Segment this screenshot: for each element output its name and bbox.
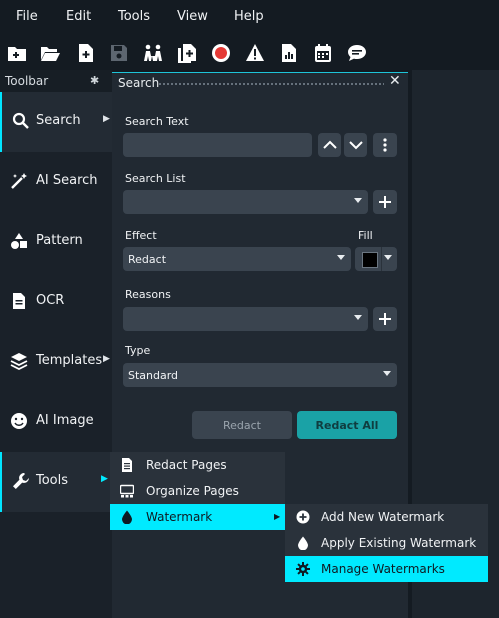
effect-label: Effect [125, 229, 157, 242]
sidebar-item-search[interactable]: Search ▶ [0, 92, 112, 152]
search-icon [12, 112, 29, 129]
sidebar-item-label: Search [36, 113, 81, 128]
wrench-icon [13, 473, 29, 489]
document-icon [13, 293, 25, 309]
document-icon [122, 458, 132, 472]
new-file-icon[interactable] [6, 42, 28, 64]
more-vertical-icon [383, 138, 387, 152]
drag-handle[interactable] [158, 82, 384, 86]
dropdown-arrow-icon [383, 371, 391, 376]
chevron-right-icon: ▶ [103, 354, 110, 364]
reasons-select[interactable] [123, 307, 368, 331]
menu-item-label: Organize Pages [146, 484, 239, 498]
sidebar-item-label: OCR [36, 293, 65, 308]
redact-all-button[interactable]: Redact All [297, 411, 397, 439]
record-icon[interactable] [210, 42, 232, 64]
open-folder-icon[interactable] [39, 42, 61, 64]
chevron-right-icon: ▶ [101, 474, 108, 484]
search-panel-title: Search [118, 76, 160, 90]
chat-icon[interactable] [346, 42, 368, 64]
sidebar-item-templates[interactable]: Templates ▶ [0, 332, 112, 392]
search-text-input[interactable] [123, 133, 312, 157]
type-label: Type [125, 344, 151, 357]
next-match-button[interactable] [344, 133, 367, 157]
sidebar-item-ai-search[interactable]: AI Search [0, 152, 112, 212]
sidebar-item-ocr[interactable]: OCR [0, 272, 112, 332]
sidebar-item-label: Templates [36, 353, 103, 368]
menu-view[interactable]: View [177, 9, 208, 24]
report-icon[interactable] [278, 42, 300, 64]
search-list-label: Search List [125, 172, 186, 185]
type-value: Standard [128, 369, 179, 382]
plus-icon [379, 196, 391, 208]
sidebar-item-label: AI Search [36, 173, 98, 188]
sidebar-item-pattern[interactable]: Pattern [0, 212, 112, 272]
menu-help[interactable]: Help [234, 9, 264, 24]
menu-item-label: Redact Pages [146, 458, 227, 472]
pin-icon[interactable]: ✱ [90, 74, 99, 87]
plus-circle-icon [296, 510, 310, 524]
gear-icon [296, 562, 310, 576]
toolbar-panel-title: Toolbar [5, 74, 49, 88]
fill-label: Fill [358, 229, 373, 242]
picker-divider [381, 247, 382, 271]
magic-wand-icon [11, 173, 27, 189]
sidebar-item-label: Tools [36, 473, 69, 488]
dropdown-arrow-icon [337, 255, 345, 260]
copy-add-icon[interactable] [176, 42, 198, 64]
chevron-up-icon [322, 140, 337, 149]
people-icon[interactable] [142, 42, 164, 64]
chevron-down-icon [348, 141, 363, 150]
chevron-right-icon: ▶ [103, 114, 110, 124]
menu-item-watermark[interactable]: Watermark ▶ [110, 504, 285, 530]
menu-tools[interactable]: Tools [118, 9, 150, 24]
menu-item-manage-watermarks[interactable]: Manage Watermarks [285, 556, 488, 582]
sidebar-item-tools[interactable]: Tools ▶ [0, 452, 112, 512]
effect-value: Redact [128, 253, 167, 266]
warning-icon[interactable] [244, 42, 266, 64]
save-icon[interactable] [108, 42, 130, 64]
sidebar-item-label: AI Image [36, 413, 94, 428]
shapes-icon [11, 233, 27, 249]
fill-color-picker[interactable] [355, 247, 397, 271]
menu-item-label: Add New Watermark [321, 510, 445, 524]
layers-icon [10, 353, 28, 370]
menu-item-redact-pages[interactable]: Redact Pages [110, 452, 285, 478]
menu-item-apply-existing-watermark[interactable]: Apply Existing Watermark [285, 530, 488, 556]
dropdown-arrow-icon [384, 255, 392, 260]
redact-button[interactable]: Redact [192, 411, 292, 439]
calendar-icon[interactable] [312, 42, 334, 64]
add-search-list-button[interactable] [373, 190, 397, 214]
dropdown-arrow-icon [354, 198, 362, 203]
menu-item-label: Apply Existing Watermark [321, 536, 477, 550]
droplet-icon [122, 510, 132, 524]
fill-color-swatch [362, 252, 378, 268]
previous-match-button[interactable] [318, 133, 341, 157]
menu-edit[interactable]: Edit [66, 9, 91, 24]
plus-icon [379, 313, 391, 325]
more-options-button[interactable] [373, 133, 397, 157]
menu-item-add-new-watermark[interactable]: Add New Watermark [285, 504, 488, 530]
sidebar-item-label: Pattern [36, 233, 83, 248]
menu-item-label: Watermark [146, 510, 213, 524]
menu-file[interactable]: File [16, 9, 38, 24]
add-document-icon[interactable] [75, 42, 97, 64]
sidebar-item-ai-image[interactable]: AI Image [0, 392, 112, 452]
close-icon[interactable]: ✕ [389, 73, 401, 89]
grid-icon [120, 484, 134, 498]
smiley-icon [11, 413, 27, 429]
effect-select[interactable]: Redact [123, 247, 351, 271]
chevron-right-icon: ▶ [274, 512, 281, 521]
menu-item-organize-pages[interactable]: Organize Pages [110, 478, 285, 504]
type-select[interactable]: Standard [123, 363, 397, 387]
dropdown-arrow-icon [354, 315, 362, 320]
search-list-select[interactable] [123, 190, 368, 214]
search-text-label: Search Text [125, 115, 189, 128]
droplet-icon [298, 536, 308, 550]
reasons-label: Reasons [125, 288, 171, 301]
menu-item-label: Manage Watermarks [321, 562, 445, 576]
add-reason-button[interactable] [373, 307, 397, 331]
